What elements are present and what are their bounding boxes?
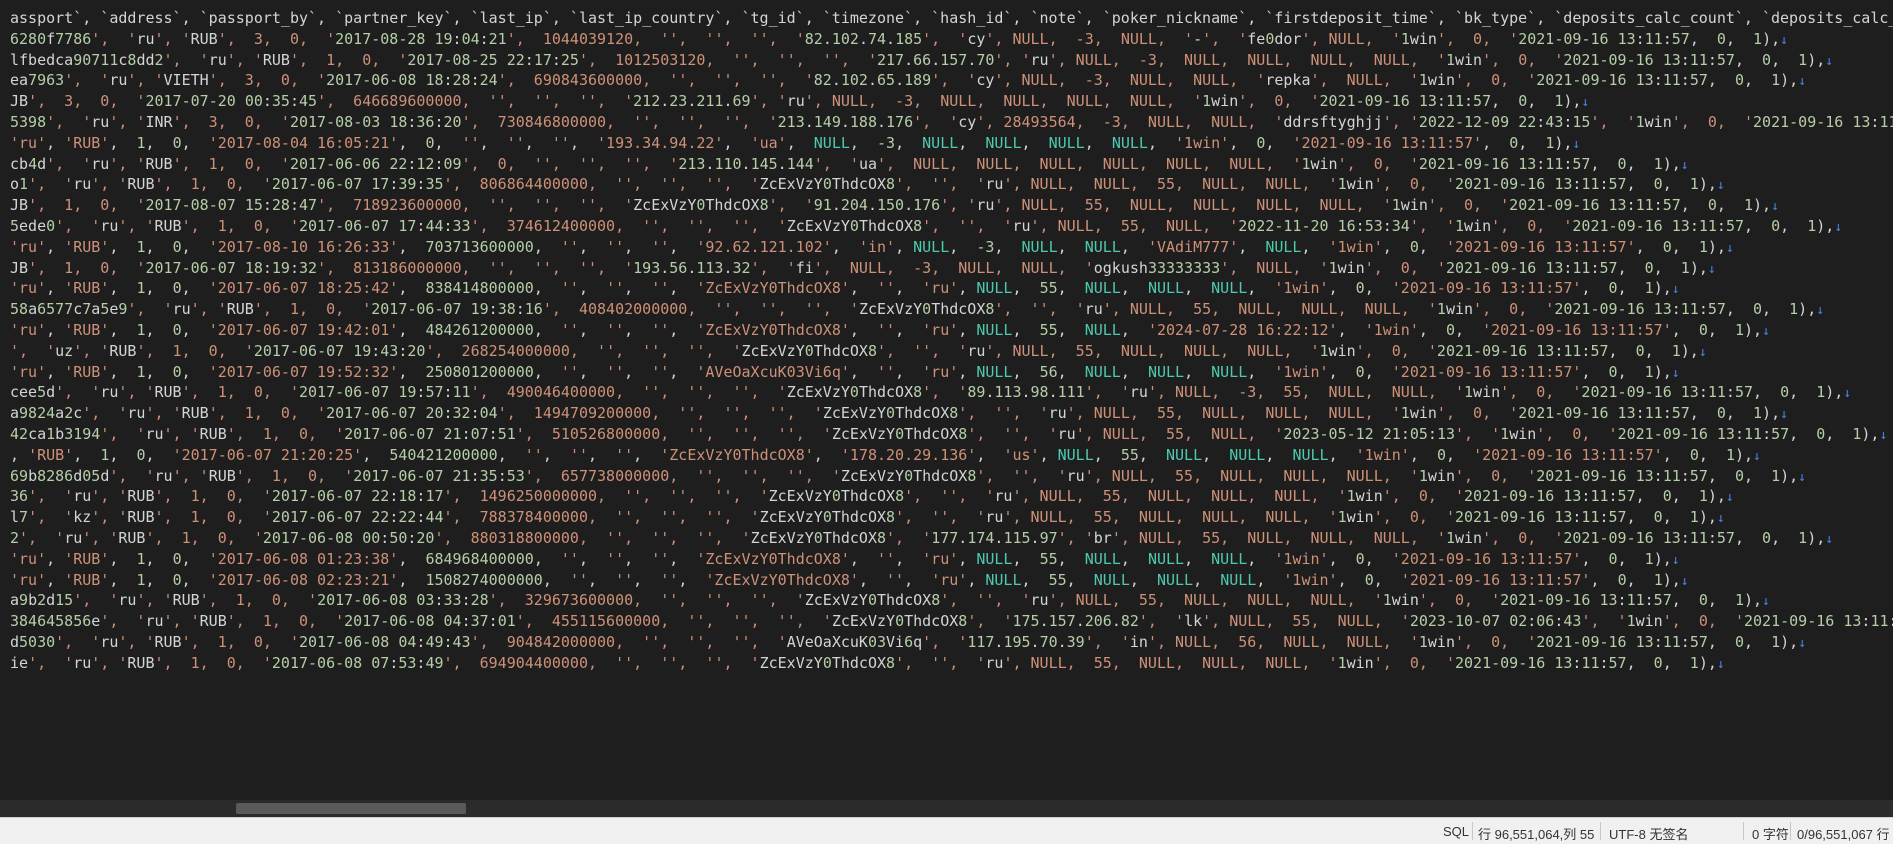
line-break-icon: ↓ xyxy=(1762,324,1770,339)
status-divider xyxy=(1600,822,1601,840)
line-break-icon: ↓ xyxy=(1798,636,1807,651)
line-break-icon: ↓ xyxy=(1780,407,1788,423)
line-break-icon: ↓ xyxy=(1816,303,1825,319)
horizontal-scrollbar[interactable] xyxy=(0,800,1893,817)
line-break-icon: ↓ xyxy=(1725,490,1734,506)
status-divider xyxy=(1472,822,1473,840)
status-encoding[interactable]: UTF-8 无签名 xyxy=(1609,824,1688,843)
line-break-icon: ↓ xyxy=(1753,448,1761,464)
line-break-icon: ↓ xyxy=(1698,344,1707,360)
editor-text-area[interactable]: assport`, `address`, `passport_by`, `par… xyxy=(0,0,1893,800)
horizontal-scrollbar-thumb[interactable] xyxy=(236,803,466,814)
status-bar: SQL 行 96,551,064,列 55 UTF-8 无签名 0 字符 0/9… xyxy=(0,817,1893,844)
line-break-icon: ↓ xyxy=(1780,32,1788,48)
line-break-icon: ↓ xyxy=(1771,199,1779,215)
line-break-icon: ↓ xyxy=(1843,386,1852,402)
line-break-icon: ↓ xyxy=(1798,74,1807,90)
line-break-icon: ↓ xyxy=(1834,220,1843,235)
line-break-icon: ↓ xyxy=(1716,656,1725,672)
status-divider xyxy=(1743,822,1744,840)
line-break-icon: ↓ xyxy=(1725,240,1734,256)
line-break-icon: ↓ xyxy=(1825,53,1834,69)
line-break-icon: ↓ xyxy=(1798,469,1806,485)
line-break-icon: ↓ xyxy=(1879,428,1888,443)
line-break-icon: ↓ xyxy=(1671,282,1680,298)
line-break-icon: ↓ xyxy=(1716,178,1725,194)
line-break-icon: ↓ xyxy=(1671,365,1680,381)
status-selected-chars: 0 字符 xyxy=(1752,827,1789,842)
line-break-icon: ↓ xyxy=(1762,594,1770,610)
line-break-icon: ↓ xyxy=(1707,261,1716,277)
line-break-icon: ↓ xyxy=(1716,511,1725,527)
status-line-count: 0/96,551,067 行 xyxy=(1797,827,1890,842)
status-cursor-position[interactable]: 行 96,551,064,列 55 xyxy=(1478,824,1594,843)
line-break-icon: ↓ xyxy=(1671,552,1680,568)
line-break-icon: ↓ xyxy=(1581,95,1590,111)
sql-values-line[interactable]: ie', 'ru', 'RUB', 1, 0, '2017-06-08 07:5… xyxy=(10,651,1725,676)
code-text: ie', 'ru', 'RUB', 1, 0, '2017-06-08 07:5… xyxy=(10,653,1717,672)
status-language[interactable]: SQL xyxy=(1443,824,1469,839)
line-break-icon: ↓ xyxy=(1680,157,1689,173)
line-break-icon: ↓ xyxy=(1825,532,1834,547)
line-break-icon: ↓ xyxy=(1680,573,1689,589)
status-divider xyxy=(1790,822,1791,840)
line-break-icon: ↓ xyxy=(1572,136,1581,152)
